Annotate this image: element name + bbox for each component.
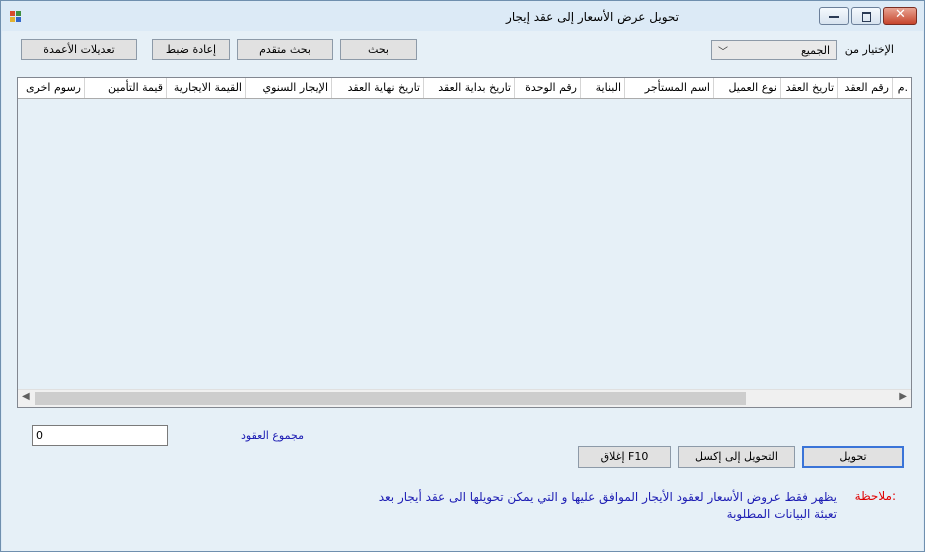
column-header[interactable]: البناية: [580, 78, 624, 98]
column-header[interactable]: رقم العقد: [837, 78, 892, 98]
total-contracts-field[interactable]: 0: [32, 425, 168, 446]
column-header[interactable]: القيمة الايجارية: [166, 78, 245, 98]
column-header[interactable]: الإيجار السنوي: [245, 78, 331, 98]
close-f10-button[interactable]: إغلاق F10: [578, 446, 671, 468]
column-edits-button[interactable]: تعديلات الأعمدة: [21, 39, 137, 60]
scrollbar-thumb[interactable]: [35, 392, 746, 405]
advanced-search-button[interactable]: بحث متقدم: [237, 39, 333, 60]
horizontal-scrollbar[interactable]: ◀ ▶: [18, 389, 911, 407]
maximize-button[interactable]: [851, 7, 881, 25]
contracts-grid[interactable]: م. رقم العقد تاريخ العقد نوع العميل اسم …: [17, 77, 912, 408]
column-header[interactable]: قيمة التأمين: [84, 78, 166, 98]
chevron-down-icon: ﹀: [718, 47, 728, 58]
title-bar[interactable]: تحويل عرض الأسعار إلى عقد إيجار ✕: [1, 1, 924, 31]
scroll-right-icon[interactable]: ▶: [899, 391, 907, 402]
note-text: يظهر فقط عروض الأسعار لعقود الأيجار المو…: [378, 490, 837, 521]
grid-header: م. رقم العقد تاريخ العقد نوع العميل اسم …: [18, 78, 911, 99]
app-icon: [10, 11, 22, 23]
column-header[interactable]: نوع العميل: [713, 78, 780, 98]
close-icon: ✕: [895, 7, 906, 22]
column-header[interactable]: تاريخ بداية العقد: [423, 78, 514, 98]
filter-select[interactable]: ﹀ الجميع: [711, 40, 837, 60]
column-header[interactable]: تاريخ نهاية العقد: [331, 78, 423, 98]
column-header[interactable]: م.: [892, 78, 911, 98]
filter-label: الإختيار من: [844, 43, 894, 56]
total-contracts-label: مجموع العقود: [241, 429, 304, 442]
column-header[interactable]: رقم الوحدة: [514, 78, 580, 98]
reset-button[interactable]: إعادة ضبط: [152, 39, 230, 60]
export-excel-button[interactable]: التحويل إلى إكسل: [678, 446, 795, 468]
filter-selected-value: الجميع: [800, 44, 830, 57]
scroll-left-icon[interactable]: ◀: [22, 391, 30, 402]
column-header[interactable]: اسم المستأجر: [624, 78, 713, 98]
column-header[interactable]: رسوم اخرى: [18, 78, 84, 98]
search-button[interactable]: بحث: [340, 39, 417, 60]
restore-icon: [862, 12, 871, 22]
convert-button[interactable]: تحويل: [802, 446, 904, 468]
close-button[interactable]: ✕: [883, 7, 917, 25]
form-body: تعديلات الأعمدة إعادة ضبط بحث متقدم بحث …: [2, 31, 923, 551]
main-window: تحويل عرض الأسعار إلى عقد إيجار ✕ تعديلا…: [0, 0, 925, 552]
column-header[interactable]: تاريخ العقد: [780, 78, 837, 98]
minimize-button[interactable]: [819, 7, 849, 25]
window-title: تحويل عرض الأسعار إلى عقد إيجار: [506, 10, 679, 24]
minimize-icon: [829, 16, 839, 18]
note-label: ملاحظة:: [854, 489, 896, 503]
